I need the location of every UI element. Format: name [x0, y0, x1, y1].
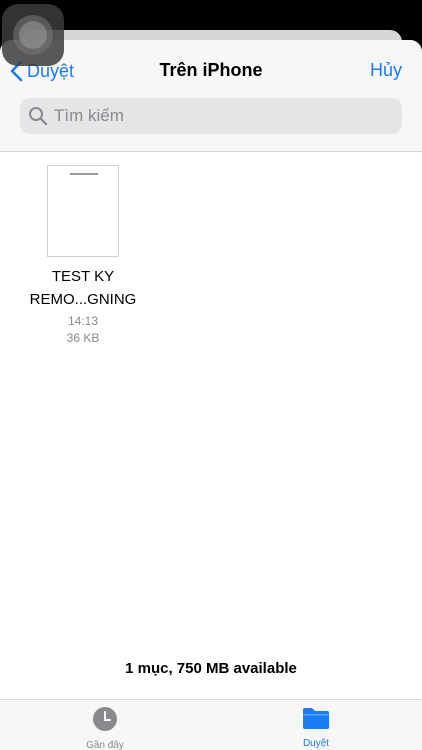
file-time: 14:13: [67, 314, 99, 328]
file-thumbnail: [47, 165, 119, 257]
tab-recent-label: Gần đây: [86, 740, 124, 750]
cancel-button[interactable]: Hủy: [370, 60, 402, 81]
tab-bar: Gần đây Duyệt: [0, 699, 422, 750]
assistive-touch-ring-inner: [19, 21, 47, 49]
file-picker-sheet: Duyệt Trên iPhone Hủy TEST KY REMO...GNI…: [0, 40, 422, 750]
page-title: Trên iPhone: [159, 60, 263, 80]
tab-browse[interactable]: Duyệt: [256, 706, 376, 749]
file-name: TEST KY REMO...GNING: [20, 265, 146, 311]
file-size: 36 KB: [66, 331, 100, 345]
folder-icon: [303, 708, 329, 729]
search-icon: [29, 107, 48, 126]
thumbnail-text-line: [70, 173, 98, 175]
file-name-line-2: REMO...GNING: [29, 291, 137, 308]
storage-status: 1 mục, 750 MB available: [125, 660, 297, 677]
search-input[interactable]: [54, 106, 384, 126]
file-meta: 14:13 36 KB: [20, 313, 146, 347]
file-name-line-1: TEST KY: [51, 268, 115, 285]
assistive-touch-button[interactable]: [2, 4, 64, 66]
tab-recent[interactable]: Gần đây: [45, 706, 165, 750]
file-item[interactable]: TEST KY REMO...GNING 14:13 36 KB: [20, 165, 146, 347]
navigation-bar: Duyệt Trên iPhone Hủy: [0, 40, 422, 152]
search-bar[interactable]: [20, 98, 402, 134]
tab-browse-label: Duyệt: [302, 738, 330, 749]
clock-icon: [93, 707, 117, 731]
